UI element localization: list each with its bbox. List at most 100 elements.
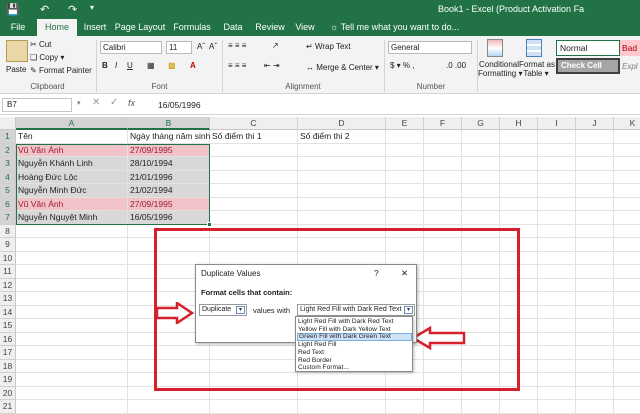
formula-input[interactable]: 16/05/1996 bbox=[158, 98, 201, 112]
chevron-down-icon[interactable]: ▾ bbox=[404, 306, 413, 314]
confirm-entry-icon[interactable]: ✓ bbox=[110, 97, 118, 108]
cell-a2[interactable]: Vũ Văn Ánh bbox=[16, 143, 128, 157]
cell-d4[interactable] bbox=[298, 170, 386, 184]
column-header-g[interactable]: G bbox=[462, 117, 500, 130]
format-painter-button[interactable]: ✎ Format Painter bbox=[30, 66, 92, 75]
cell-c6[interactable] bbox=[210, 197, 298, 211]
cell-i7[interactable] bbox=[538, 211, 576, 225]
cell-i21[interactable] bbox=[538, 400, 576, 414]
cell-a11[interactable] bbox=[16, 265, 128, 279]
cell-k3[interactable] bbox=[614, 157, 640, 171]
cell-k15[interactable] bbox=[614, 319, 640, 333]
cell-g7[interactable] bbox=[462, 211, 500, 225]
cell-c3[interactable] bbox=[210, 157, 298, 171]
cell-i2[interactable] bbox=[538, 143, 576, 157]
cell-a21[interactable] bbox=[16, 400, 128, 414]
grow-font-icon[interactable]: Aˆ bbox=[197, 42, 205, 51]
font-name-combo[interactable]: Calibri bbox=[100, 41, 162, 54]
row-header-1[interactable]: 1 bbox=[0, 130, 16, 144]
row-header-21[interactable]: 21 bbox=[0, 400, 16, 414]
borders-icon[interactable]: ▦ bbox=[147, 61, 155, 70]
row-header-19[interactable]: 19 bbox=[0, 373, 16, 387]
cell-a6[interactable]: Vũ Văn Ánh bbox=[16, 197, 128, 211]
cell-g5[interactable] bbox=[462, 184, 500, 198]
cell-j20[interactable] bbox=[576, 386, 614, 400]
chevron-down-icon[interactable]: ▾ bbox=[236, 306, 245, 314]
cell-j6[interactable] bbox=[576, 197, 614, 211]
cell-d6[interactable] bbox=[298, 197, 386, 211]
column-header-j[interactable]: J bbox=[576, 117, 614, 130]
row-header-20[interactable]: 20 bbox=[0, 386, 16, 400]
cell-j21[interactable] bbox=[576, 400, 614, 414]
font-color-icon[interactable]: A bbox=[190, 61, 196, 70]
cell-k4[interactable] bbox=[614, 171, 640, 184]
cell-j13[interactable] bbox=[576, 292, 614, 306]
cell-f4[interactable] bbox=[424, 170, 462, 184]
cell-i18[interactable] bbox=[538, 359, 576, 373]
column-header-d[interactable]: D bbox=[298, 117, 386, 130]
italic-button[interactable]: I bbox=[115, 61, 117, 70]
cell-c1[interactable]: Số điểm thi 1 bbox=[210, 130, 298, 144]
select-all-corner[interactable] bbox=[0, 117, 16, 130]
cell-k13[interactable] bbox=[614, 292, 640, 306]
cut-button[interactable]: ✂ Cut bbox=[30, 40, 51, 49]
row-header-7[interactable]: 7 bbox=[0, 211, 16, 225]
cell-a12[interactable] bbox=[16, 278, 128, 292]
name-box[interactable]: B7 bbox=[2, 98, 72, 112]
cell-k18[interactable] bbox=[614, 360, 640, 373]
copy-button[interactable]: ❏ Copy ▾ bbox=[30, 53, 64, 62]
cell-c2[interactable] bbox=[210, 143, 298, 157]
column-header-k[interactable]: K bbox=[614, 117, 640, 130]
cell-e5[interactable] bbox=[386, 184, 424, 198]
column-header-f[interactable]: F bbox=[424, 117, 462, 130]
cell-k16[interactable] bbox=[614, 333, 640, 346]
tab-data[interactable]: Data bbox=[218, 19, 248, 36]
column-header-i[interactable]: I bbox=[538, 117, 576, 130]
cell-g21[interactable] bbox=[462, 400, 500, 414]
cell-j19[interactable] bbox=[576, 373, 614, 387]
row-header-15[interactable]: 15 bbox=[0, 319, 16, 333]
insert-function-icon[interactable]: fx bbox=[128, 98, 135, 108]
redo-icon[interactable]: ↷ bbox=[68, 3, 77, 16]
cell-i1[interactable] bbox=[538, 130, 576, 144]
cell-e7[interactable] bbox=[386, 211, 424, 225]
row-header-8[interactable]: 8 bbox=[0, 224, 16, 238]
cell-f7[interactable] bbox=[424, 211, 462, 225]
cell-i20[interactable] bbox=[538, 386, 576, 400]
cell-a8[interactable] bbox=[16, 224, 128, 238]
row-header-4[interactable]: 4 bbox=[0, 170, 16, 184]
cell-a10[interactable] bbox=[16, 251, 128, 265]
cell-i8[interactable] bbox=[538, 224, 576, 238]
cell-c5[interactable] bbox=[210, 184, 298, 198]
cell-b5[interactable]: 21/02/1994 bbox=[128, 184, 210, 198]
cell-c21[interactable] bbox=[210, 400, 298, 414]
cell-f21[interactable] bbox=[424, 400, 462, 414]
cell-j8[interactable] bbox=[576, 224, 614, 238]
tab-file[interactable]: File bbox=[0, 19, 36, 36]
cell-e6[interactable] bbox=[386, 197, 424, 211]
cell-i16[interactable] bbox=[538, 332, 576, 346]
conditional-formatting-button[interactable]: Conditional Formatting ▾ bbox=[478, 60, 522, 78]
format-option[interactable]: Custom Format... bbox=[297, 364, 412, 372]
cancel-entry-icon[interactable]: ✕ bbox=[92, 97, 100, 108]
cell-i14[interactable] bbox=[538, 305, 576, 319]
column-header-h[interactable]: H bbox=[500, 117, 538, 130]
tell-me-box[interactable]: ☼ Tell me what you want to do... bbox=[330, 19, 459, 36]
cell-h4[interactable] bbox=[500, 170, 538, 184]
cell-a16[interactable] bbox=[16, 332, 128, 346]
cell-h21[interactable] bbox=[500, 400, 538, 414]
cell-k21[interactable] bbox=[614, 400, 640, 414]
cell-i15[interactable] bbox=[538, 319, 576, 333]
cell-e21[interactable] bbox=[386, 400, 424, 414]
cell-g1[interactable] bbox=[462, 130, 500, 144]
cell-k9[interactable] bbox=[614, 238, 640, 252]
cell-a18[interactable] bbox=[16, 359, 128, 373]
cell-i3[interactable] bbox=[538, 157, 576, 171]
fill-handle[interactable] bbox=[207, 221, 212, 227]
name-box-dropdown-icon[interactable]: ▾ bbox=[77, 99, 81, 107]
cell-b21[interactable] bbox=[128, 400, 210, 414]
cell-i5[interactable] bbox=[538, 184, 576, 198]
tab-formulas[interactable]: Formulas bbox=[170, 19, 214, 36]
customize-toolbar-icon[interactable]: ▾ bbox=[90, 3, 94, 12]
format-as-table-button[interactable]: Format as Table ▾ bbox=[519, 60, 555, 78]
